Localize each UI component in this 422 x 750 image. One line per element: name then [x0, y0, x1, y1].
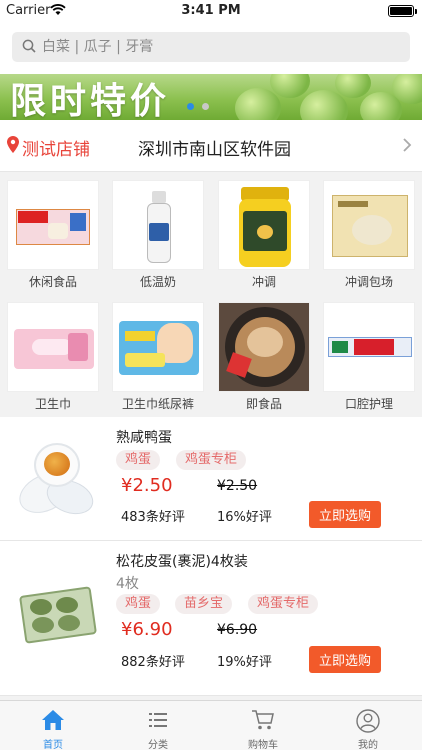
tab-home[interactable]: 首页 [0, 701, 106, 750]
positive-rate: 16%好评 [217, 510, 272, 525]
preserved-egg-box-image [16, 575, 102, 661]
category-item[interactable]: 口腔护理 [323, 302, 415, 412]
positive-rate: 19%好评 [217, 655, 272, 670]
drink-pack-image [323, 180, 415, 270]
home-icon [42, 710, 64, 730]
category-label: 冲调包场 [344, 275, 393, 289]
toothpaste-image [323, 302, 415, 392]
tab-label: 购物车 [248, 740, 278, 750]
honey-jar-image [218, 180, 310, 270]
review-count: 882条好评 [121, 655, 185, 670]
category-label: 卫生巾纸尿裤 [121, 397, 194, 411]
product-price: ¥2.50 [121, 475, 173, 496]
product-tag[interactable]: 鸡蛋专柜 [248, 594, 319, 614]
product-tag[interactable]: 鸡蛋专柜 [176, 450, 247, 470]
tab-bar: 首页 分类 购物车 我的 [0, 700, 422, 750]
category-item[interactable]: 低温奶 [112, 180, 204, 290]
search-box[interactable] [12, 32, 410, 62]
buy-now-button[interactable]: 立即选购 [309, 646, 381, 673]
category-item[interactable]: 卫生巾纸尿裤 [112, 302, 204, 412]
location-pin-icon [7, 136, 19, 153]
category-grid: 休闲食品 低温奶 冲调 冲调包场 卫生巾 卫生巾纸尿裤 即食品 口腔护理 [0, 172, 422, 416]
banner-pager[interactable] [187, 95, 217, 114]
milk-bottle-image [112, 180, 204, 270]
product-tag[interactable]: 鸡蛋 [116, 450, 161, 470]
category-item[interactable]: 即食品 [218, 302, 310, 412]
promo-banner[interactable]: 限时特价 [0, 74, 422, 120]
category-label: 冲调 [251, 275, 276, 289]
pager-dot-active[interactable] [187, 103, 194, 110]
tab-cart[interactable]: 购物车 [210, 701, 316, 750]
category-label: 卫生巾 [34, 397, 71, 411]
tab-label: 分类 [148, 740, 168, 750]
banner-title: 限时特价 [10, 81, 171, 120]
pad-pack-image [7, 302, 99, 392]
product-card[interactable]: 熟咸鸭蛋 鸡蛋 鸡蛋专柜 ¥2.50 ¥2.50 483条好评 16%好评 立即… [0, 417, 422, 541]
chevron-right-icon [403, 138, 412, 152]
store-address: 深圳市南山区软件园 [138, 140, 291, 160]
tab-category[interactable]: 分类 [105, 701, 211, 750]
product-original-price: ¥6.90 [217, 622, 258, 638]
instant-noodle-image [218, 302, 310, 392]
buy-now-button[interactable]: 立即选购 [309, 501, 381, 528]
snack-box-image [7, 180, 99, 270]
tab-label: 首页 [43, 740, 63, 750]
category-label: 即食品 [245, 397, 282, 411]
product-title: 熟咸鸭蛋 [116, 430, 172, 446]
product-original-price: ¥2.50 [217, 478, 258, 494]
user-icon [356, 709, 380, 733]
product-card[interactable]: 松花皮蛋(裹泥)4枚装 4枚 鸡蛋 苗乡宝 鸡蛋专柜 ¥6.90 ¥6.90 8… [0, 541, 422, 696]
battery-icon [388, 5, 417, 17]
status-bar: Carrier 3:41 PM [0, 0, 422, 22]
product-tag[interactable]: 苗乡宝 [175, 594, 233, 614]
tab-profile[interactable]: 我的 [315, 701, 421, 750]
product-price: ¥6.90 [121, 619, 173, 640]
pager-dot[interactable] [202, 103, 209, 110]
tab-label: 我的 [358, 740, 378, 750]
store-name: 测试店铺 [22, 140, 90, 160]
store-selector[interactable]: 测试店铺 深圳市南山区软件园 [0, 120, 422, 172]
category-item[interactable]: 冲调包场 [323, 180, 415, 290]
category-item[interactable]: 卫生巾 [7, 302, 99, 412]
clock-label: 3:41 PM [181, 3, 241, 18]
review-count: 483条好评 [121, 510, 185, 525]
product-title: 松花皮蛋(裹泥)4枚装 [116, 554, 248, 570]
product-spec: 4枚 [116, 576, 139, 592]
list-icon [149, 713, 167, 727]
search-bar [0, 22, 422, 74]
category-item[interactable]: 休闲食品 [7, 180, 99, 290]
category-label: 低温奶 [139, 275, 176, 289]
category-label: 休闲食品 [28, 275, 77, 289]
salted-duck-egg-image [12, 437, 102, 523]
cart-icon [252, 710, 274, 730]
search-input[interactable] [42, 32, 402, 62]
category-item[interactable]: 冲调 [218, 180, 310, 290]
diaper-pack-image [112, 302, 204, 392]
search-icon [22, 39, 36, 53]
product-tag[interactable]: 鸡蛋 [116, 594, 161, 614]
category-label: 口腔护理 [344, 397, 393, 411]
